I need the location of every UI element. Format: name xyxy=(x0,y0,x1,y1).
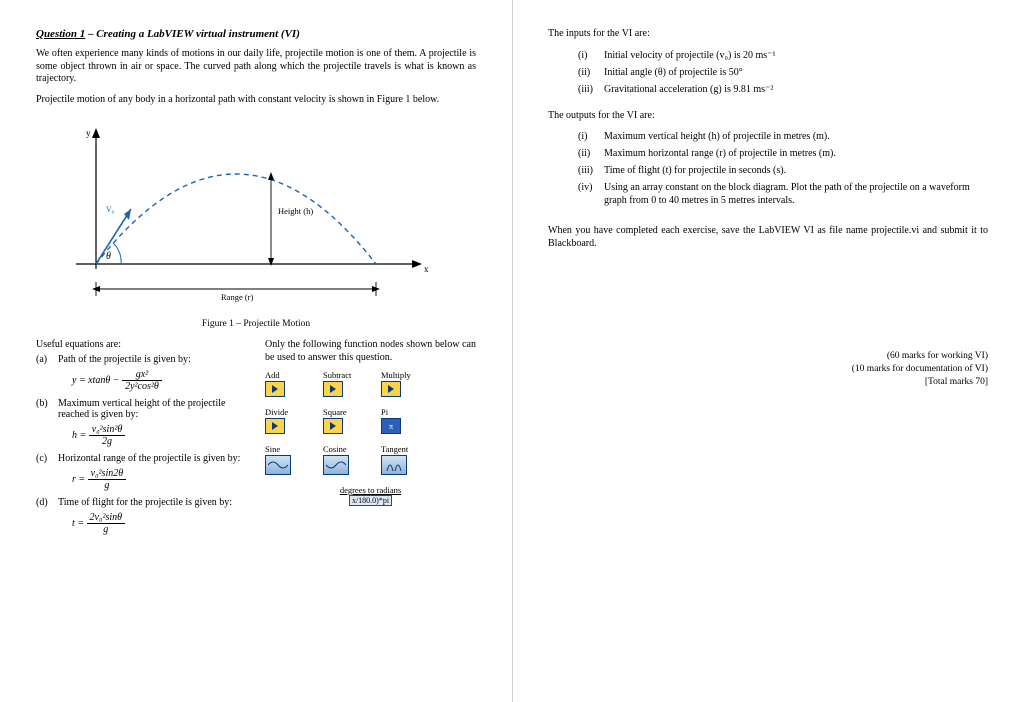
title-underlined: Question 1 xyxy=(36,28,85,40)
page-right: The inputs for the VI are: (i)Initial ve… xyxy=(512,0,1024,702)
divide-icon xyxy=(265,418,285,434)
figure-caption: Figure 1 – Projectile Motion xyxy=(36,319,476,329)
func-multiply: Multiply xyxy=(381,370,425,397)
input-ii: (ii)Initial angle (θ) of projectile is 5… xyxy=(578,66,988,79)
equations-and-nodes: Useful equations are: (a) Path of the pr… xyxy=(36,339,476,541)
range-label: Range (r) xyxy=(221,292,254,302)
equation-a: (a) Path of the projectile is given by: … xyxy=(36,354,247,392)
eq-c-formula: r = v₀²sin2θg xyxy=(72,468,247,491)
output-iii: (iii)Time of flight (t) for projectile i… xyxy=(578,164,988,177)
func-pi: Piπ xyxy=(381,407,425,434)
outputs-head: The outputs for the VI are: xyxy=(548,110,988,123)
func-sine: Sine xyxy=(265,444,309,475)
subtract-icon xyxy=(323,381,343,397)
func-subtract: Subtract xyxy=(323,370,367,397)
func-square: Square xyxy=(323,407,367,434)
equation-c: (c) Horizontal range of the projectile i… xyxy=(36,453,247,491)
eq-d-text: Time of flight for the projectile is giv… xyxy=(58,497,232,508)
marker-a: (a) xyxy=(36,354,47,365)
func-add: Add xyxy=(265,370,309,397)
function-nodes-column: Only the following function nodes shown … xyxy=(265,339,476,541)
projectile-diagram: y x V₀ θ Height (h) Range (r) xyxy=(36,114,456,314)
tangent-icon xyxy=(381,455,407,475)
eq-c-text: Horizontal range of the projectile is gi… xyxy=(58,453,240,464)
marks-line-2: (10 marks for documentation of VI) xyxy=(548,363,988,376)
output-ii: (ii)Maximum horizontal range (r) of proj… xyxy=(578,147,988,160)
input-iii: (iii)Gravitational acceleration (g) is 9… xyxy=(578,83,988,96)
figure-projectile: y x V₀ θ Height (h) Range (r) xyxy=(36,114,476,317)
equations-column: Useful equations are: (a) Path of the pr… xyxy=(36,339,247,541)
eq-a-text: Path of the projectile is given by: xyxy=(58,354,191,365)
marks-block: (60 marks for working VI) (10 marks for … xyxy=(548,350,988,388)
title-rest: – Creating a LabVIEW virtual instrument … xyxy=(85,28,300,40)
multiply-icon xyxy=(381,381,401,397)
marker-c: (c) xyxy=(36,453,47,464)
pi-icon: π xyxy=(381,418,401,434)
axis-x-label: x xyxy=(424,264,429,274)
sine-icon xyxy=(265,455,291,475)
intro-para-2: Projectile motion of any body in a horiz… xyxy=(36,94,476,107)
marks-line-1: (60 marks for working VI) xyxy=(548,350,988,363)
func-deg2rad: degrees to radians x/180.0)*pi xyxy=(265,485,476,506)
only-following-head: Only the following function nodes shown … xyxy=(265,339,476,364)
func-divide: Divide xyxy=(265,407,309,434)
output-iv: (iv)Using an array constant on the block… xyxy=(578,181,988,207)
theta-label: θ xyxy=(106,251,111,262)
inputs-head: The inputs for the VI are: xyxy=(548,28,988,41)
v0-label: V₀ xyxy=(106,205,115,214)
useful-equations-head: Useful equations are: xyxy=(36,339,247,350)
question-title: Question 1 – Creating a LabVIEW virtual … xyxy=(36,28,476,40)
input-i: (i)Initial velocity of projectile (v₀) i… xyxy=(578,49,988,62)
cosine-icon xyxy=(323,455,349,475)
output-i: (i)Maximum vertical height (h) of projec… xyxy=(578,130,988,143)
marker-b: (b) xyxy=(36,398,48,409)
deg2rad-strip: x/180.0)*pi xyxy=(349,495,392,506)
eq-d-formula: t = 2v₀²sinθg xyxy=(72,512,247,535)
square-icon xyxy=(323,418,343,434)
equation-b: (b) Maximum vertical height of the proje… xyxy=(36,398,247,447)
add-icon xyxy=(265,381,285,397)
eq-a-formula: y = xtanθ − gx²2y²cos²θ xyxy=(72,369,247,392)
eq-b-text: Maximum vertical height of the projectil… xyxy=(58,398,225,420)
func-cosine: Cosine xyxy=(323,444,367,475)
marks-line-3: [Total marks 70] xyxy=(548,376,988,389)
function-grid: Add Subtract Multiply Divide Square Piπ … xyxy=(265,370,476,475)
submit-para: When you have completed each exercise, s… xyxy=(548,225,988,250)
func-tangent: Tangent xyxy=(381,444,425,475)
intro-para-1: We often experience many kinds of motion… xyxy=(36,48,476,86)
marker-d: (d) xyxy=(36,497,48,508)
page-divider xyxy=(512,0,513,702)
height-label: Height (h) xyxy=(278,206,313,216)
equation-d: (d) Time of flight for the projectile is… xyxy=(36,497,247,535)
page-left: Question 1 – Creating a LabVIEW virtual … xyxy=(0,0,512,702)
axis-y-label: y xyxy=(86,128,91,138)
eq-b-formula: h = v₀²sin²θ2g xyxy=(72,424,247,447)
